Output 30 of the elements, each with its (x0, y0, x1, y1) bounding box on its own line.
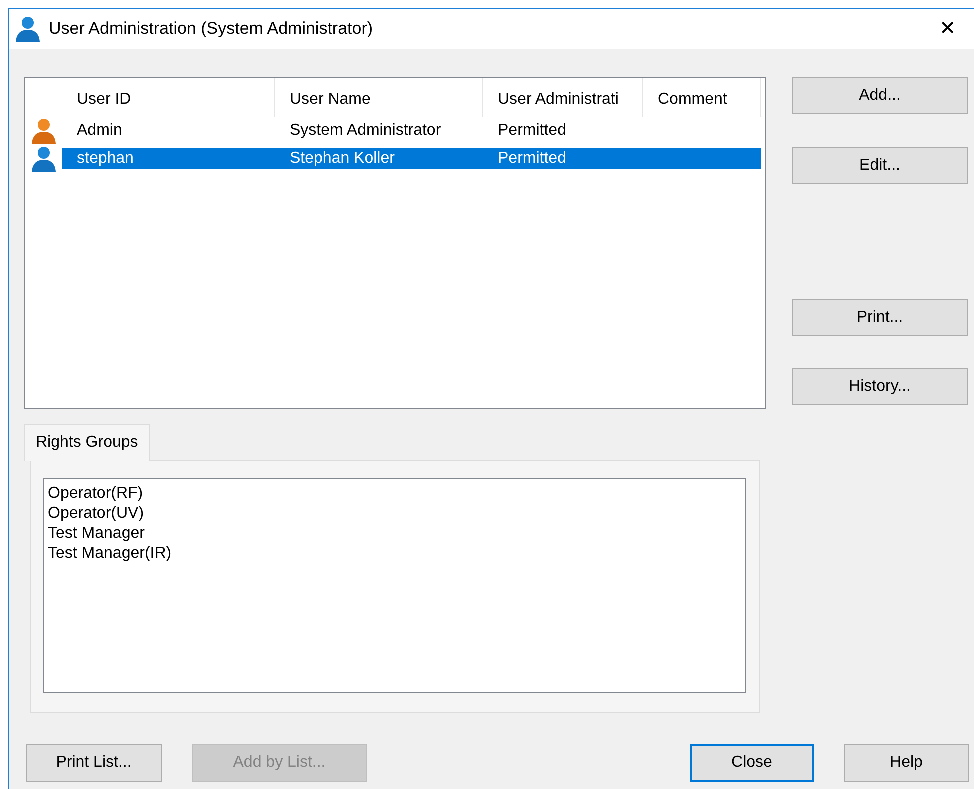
table-cell: Permitted (498, 122, 566, 138)
list-item[interactable]: Operator(RF) (48, 484, 745, 504)
side-button[interactable]: Edit... (792, 147, 968, 184)
dialog-button[interactable]: Help (844, 744, 969, 782)
user-row[interactable]: Admin System Administrator Permitted (62, 120, 761, 141)
side-button[interactable]: Print... (792, 299, 968, 336)
dialog-button[interactable]: Close (690, 744, 814, 782)
column-header[interactable]: User Name (275, 78, 483, 117)
side-button[interactable]: Add... (792, 77, 968, 114)
user-icon (15, 16, 41, 42)
dialog-button: Add by List... (192, 744, 367, 782)
user-icon (30, 118, 56, 144)
list-item[interactable]: Operator(UV) (48, 504, 745, 524)
user-row[interactable]: stephan Stephan Koller Permitted (62, 148, 761, 169)
table-cell: System Administrator (290, 122, 442, 138)
table-cell: Permitted (498, 150, 566, 166)
column-header[interactable]: Comment (643, 78, 761, 117)
column-header[interactable]: User ID (62, 78, 275, 117)
table-cell: stephan (77, 150, 134, 166)
close-button[interactable]: ✕ (928, 11, 968, 47)
table-cell: Stephan Koller (290, 150, 395, 166)
column-header[interactable]: User Administrati (483, 78, 643, 117)
user-icon (30, 146, 56, 172)
dialog-button[interactable]: Print List... (26, 744, 162, 782)
side-button[interactable]: History... (792, 368, 968, 405)
tab[interactable]: Rights Groups (24, 424, 150, 461)
list-item[interactable]: Test Manager(IR) (48, 544, 745, 564)
list-item[interactable]: Test Manager (48, 524, 745, 544)
table-cell: Admin (77, 122, 122, 138)
window-title: User Administration (System Administrator) (49, 18, 374, 40)
